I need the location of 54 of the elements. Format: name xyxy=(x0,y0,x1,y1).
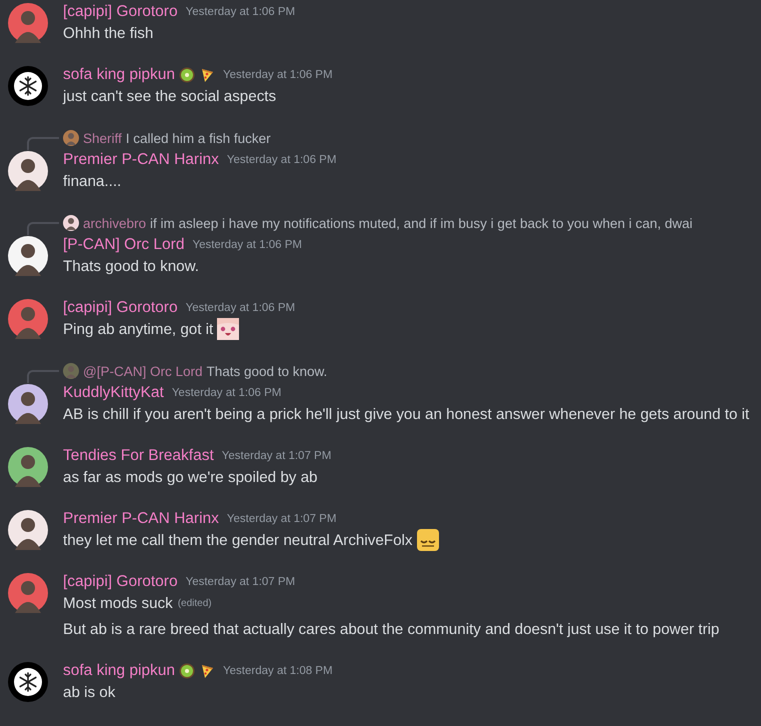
reply-author[interactable]: @[P-CAN] Orc Lord xyxy=(83,364,202,378)
message-text: just can't see the social aspects xyxy=(63,88,276,104)
timestamp: Yesterday at 1:06 PM xyxy=(186,6,296,18)
message-text: finana.... xyxy=(63,172,122,190)
kiwi-icon xyxy=(179,663,196,679)
avatar-icon[interactable] xyxy=(8,447,48,487)
username[interactable]: sofa king pipkun xyxy=(63,66,176,84)
username[interactable]: Tendies For Breakfast xyxy=(63,447,214,465)
reply-author[interactable]: archivebro xyxy=(83,216,146,230)
reply-line xyxy=(27,370,59,383)
reply-text[interactable]: Thats good to know. xyxy=(206,364,328,378)
username[interactable]: [capipi] Gorotoro xyxy=(63,3,178,21)
reply-line xyxy=(27,222,59,235)
edited-label: (edited) xyxy=(178,598,212,608)
timestamp: Yesterday at 1:06 PM xyxy=(186,302,296,314)
timestamp: Yesterday at 1:06 PM xyxy=(226,154,336,166)
pizza-icon xyxy=(199,663,216,679)
message-text: But ab is a rare breed that actually cares about the community and doesn't just use it to power trip xyxy=(63,620,720,638)
username[interactable]: KuddlyKittyKat xyxy=(63,384,164,402)
reply-author[interactable]: Sheriff xyxy=(83,130,122,146)
timestamp: Yesterday at 1:07 PM xyxy=(222,450,332,462)
username[interactable]: Premier P-CAN Harinx xyxy=(63,510,219,528)
message-text: Ohhh the fish xyxy=(63,24,154,42)
username[interactable]: [capipi] Gorotoro xyxy=(63,573,178,591)
avatar-icon[interactable] xyxy=(8,510,48,550)
username[interactable]: Premier P-CAN Harinx xyxy=(63,151,219,169)
timestamp: Yesterday at 1:06 PM xyxy=(172,387,282,399)
username[interactable]: [P-CAN] Orc Lord xyxy=(63,236,184,254)
avatar-icon[interactable] xyxy=(8,236,48,276)
avatar-icon[interactable] xyxy=(8,384,48,424)
message-text: Ping ab anytime, got it xyxy=(63,320,214,338)
message-text: AB is chill if you aren't being a prick he'll just give you an honest answer whenever he gets around to it xyxy=(63,406,750,422)
timestamp: Yesterday at 1:06 PM xyxy=(223,69,333,81)
message-text: they let me call them the gender neutral ArchiveFolx xyxy=(63,532,412,548)
reply-line xyxy=(27,137,59,150)
message-text: Most mods suck xyxy=(63,594,173,612)
timestamp: Yesterday at 1:06 PM xyxy=(192,239,302,251)
username[interactable]: sofa king pipkun xyxy=(63,662,176,680)
username[interactable]: [capipi] Gorotoro xyxy=(63,299,178,317)
avatar-icon[interactable] xyxy=(8,151,48,191)
avatar-icon[interactable] xyxy=(8,662,48,702)
anime-face-icon xyxy=(217,318,240,340)
reply-text[interactable]: if im asleep i have my notifications muted, and if im busy i get back to you when i can, dwai xyxy=(150,216,693,230)
message-text: Thats good to know. xyxy=(63,258,199,274)
sleepy-face-icon xyxy=(416,529,438,551)
avatar-icon[interactable] xyxy=(8,66,48,106)
kiwi-icon xyxy=(179,67,196,83)
pizza-icon xyxy=(199,67,216,83)
timestamp: Yesterday at 1:07 PM xyxy=(226,513,336,525)
message-text: as far as mods go we're spoiled by ab xyxy=(63,468,318,486)
timestamp: Yesterday at 1:08 PM xyxy=(223,665,333,677)
reply-text[interactable]: I called him a fish fucker xyxy=(126,130,271,146)
message-text: ab is ok xyxy=(63,684,116,700)
timestamp: Yesterday at 1:07 PM xyxy=(186,576,296,588)
